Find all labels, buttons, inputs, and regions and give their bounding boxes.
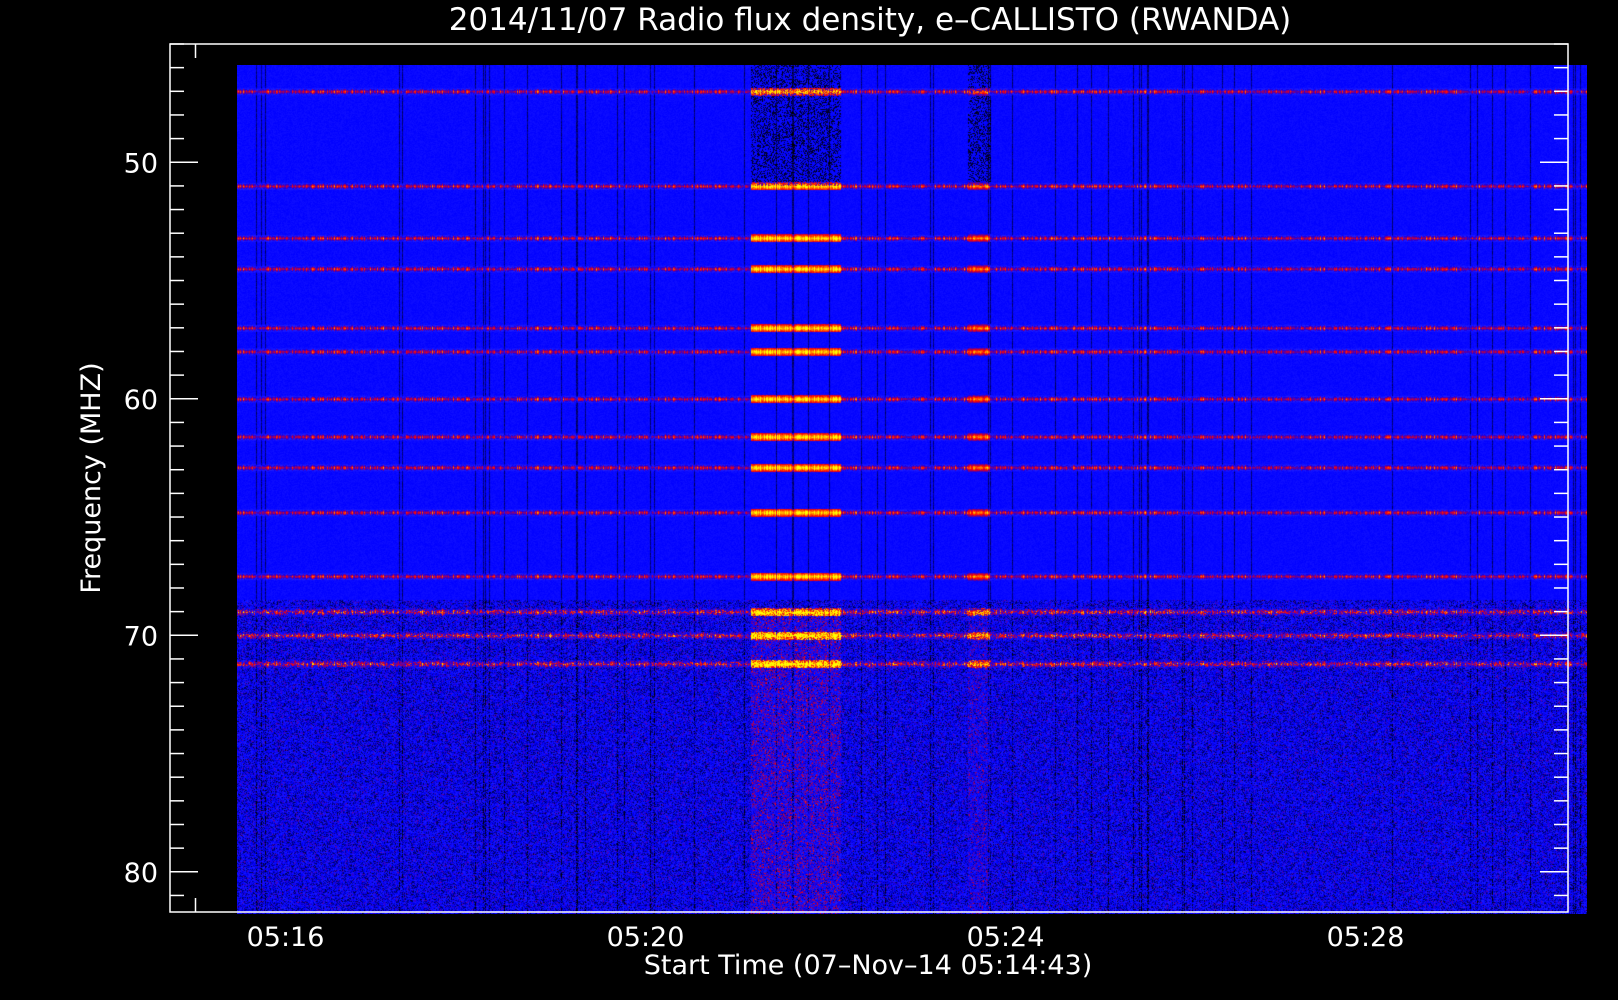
chart-title: 2014/11/07 Radio flux density, e–CALLIST…: [449, 2, 1292, 38]
y-tick-label: 60: [124, 385, 158, 416]
x-tick-label: 05:16: [247, 922, 325, 953]
y-tick-label: 50: [124, 148, 158, 179]
x-tick-label: 05:28: [1327, 922, 1405, 953]
heatmap-image: [237, 65, 1587, 914]
y-axis-label: Frequency (MHZ): [76, 362, 107, 593]
y-tick-label: 80: [124, 858, 158, 889]
spectrogram-cells: [237, 65, 1587, 914]
y-tick-label: 70: [124, 621, 158, 652]
spectrogram-chart: 2014/11/07 Radio flux density, e–CALLIST…: [0, 0, 1618, 1000]
x-tick-label: 05:20: [607, 922, 685, 953]
x-tick-label: 05:24: [967, 922, 1045, 953]
x-axis-label: Start Time (07–Nov–14 05:14:43): [644, 950, 1093, 981]
